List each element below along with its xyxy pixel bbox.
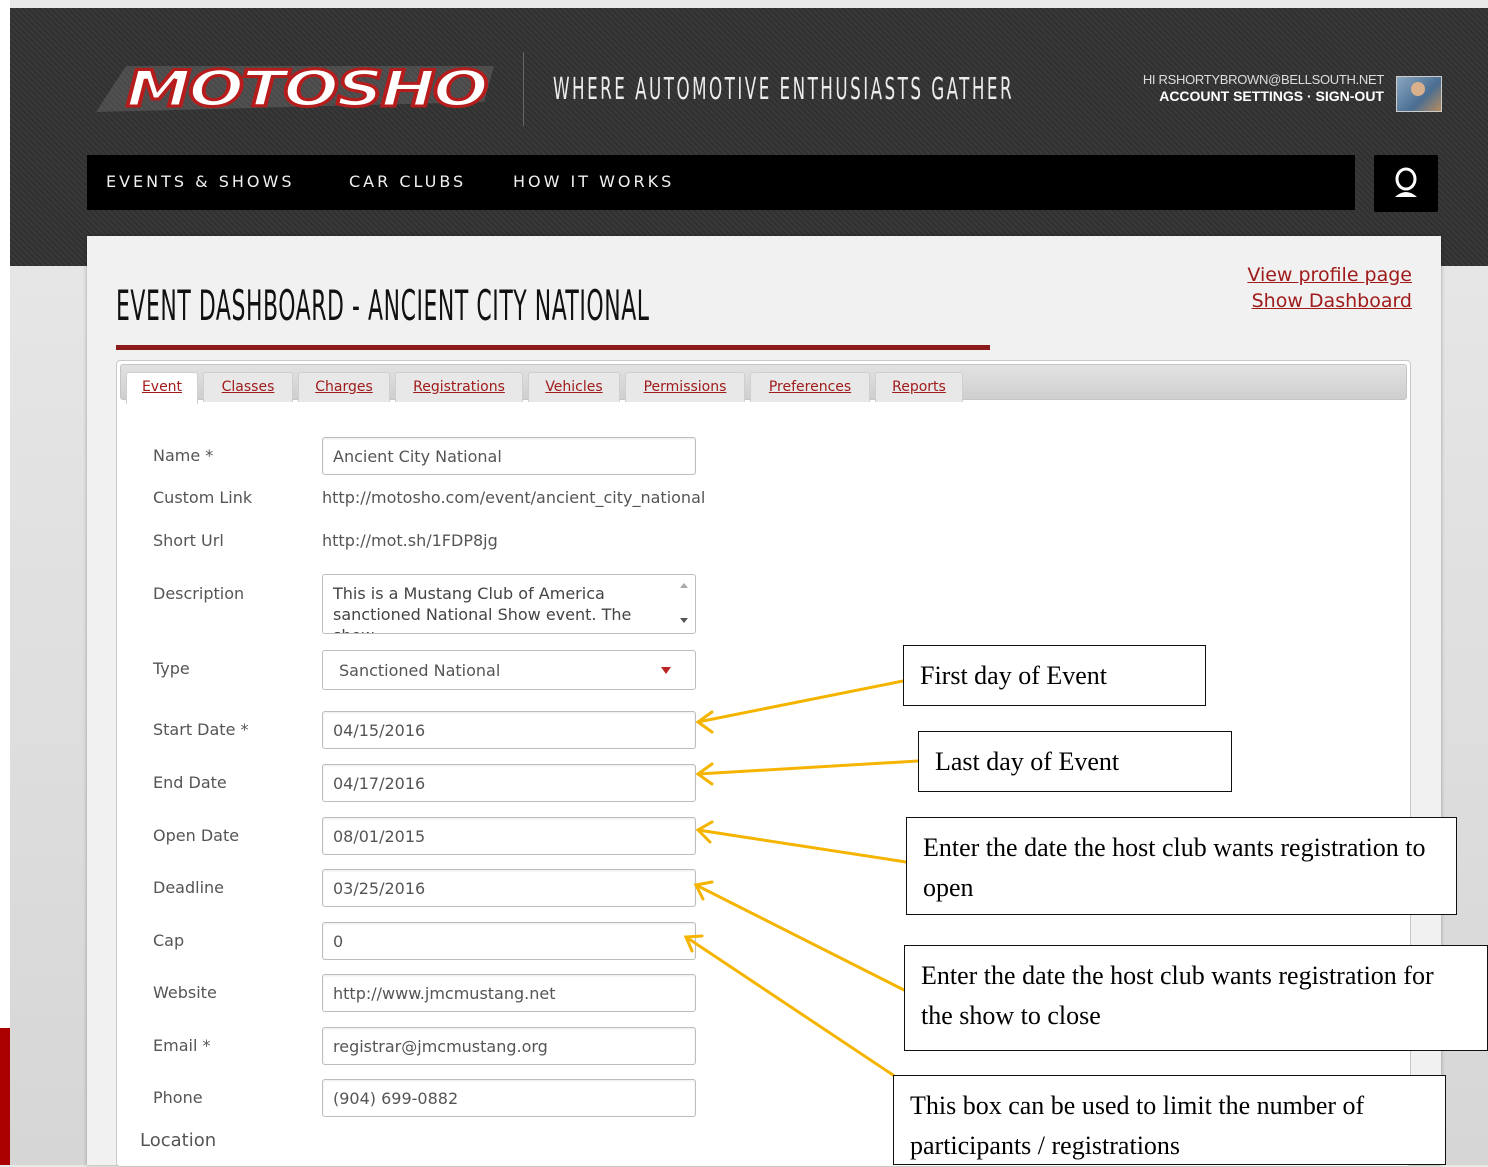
arrow-deadline (694, 883, 906, 992)
callout-deadline: Enter the date the host club wants regis… (904, 945, 1488, 1051)
arrow-last-day (696, 759, 920, 776)
callout-first-day: First day of Event (903, 645, 1206, 706)
callout-cap: This box can be used to limit the number… (893, 1075, 1446, 1165)
arrow-cap (684, 935, 895, 1077)
arrow-open-date (696, 828, 908, 864)
callout-open-date: Enter the date the host club wants regis… (906, 817, 1457, 915)
arrow-first-day (696, 679, 905, 724)
callout-last-day: Last day of Event (918, 731, 1232, 792)
